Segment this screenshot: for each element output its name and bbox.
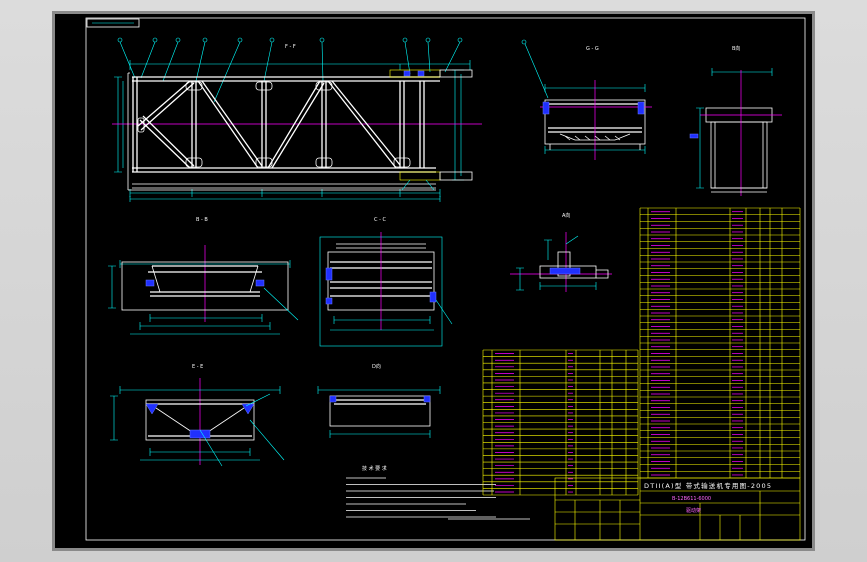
top-bracket-fill <box>403 70 411 77</box>
part-name: 驱动架 <box>686 507 701 514</box>
top-bracket-fill-2 <box>417 70 425 77</box>
bottom-view-left-part <box>329 395 337 403</box>
right-view-label: B向 <box>732 45 740 52</box>
detail-fill <box>549 267 581 275</box>
sheet-background <box>55 14 812 548</box>
bottom-left-view-label: E - E <box>192 364 203 370</box>
detail-view-label: A向 <box>562 212 570 219</box>
drawing-canvas[interactable]: F - F G - G B向 B - B C - C A向 E - E D向 技… <box>0 0 867 562</box>
tech-req-title: 技 术 要 求 <box>362 465 387 472</box>
middle-view-label: C - C <box>374 217 386 223</box>
top-right-left-part <box>542 101 550 115</box>
middle-left-part-1 <box>145 279 155 287</box>
top-right-view-label: G - G <box>586 46 599 52</box>
bottom-view-label: D向 <box>372 363 381 370</box>
right-view-side-part <box>689 133 699 139</box>
middle-left-part-2 <box>255 279 265 287</box>
drawing-number: B-12B611-6000 <box>672 496 711 502</box>
middle-right-part <box>429 291 437 303</box>
middle-left-view-label: B - B <box>196 217 208 223</box>
parts-list-right <box>639 207 801 479</box>
middle-left-foot <box>325 297 333 305</box>
top-right-right-part <box>637 101 645 115</box>
middle-left-part <box>325 267 333 281</box>
bottom-left-center-part <box>189 429 211 439</box>
bottom-view-right-part <box>423 395 431 403</box>
series-title: DTII(A)型 带式输送机专用图-2005 <box>644 481 772 490</box>
main-view-label: F - F <box>285 44 296 50</box>
